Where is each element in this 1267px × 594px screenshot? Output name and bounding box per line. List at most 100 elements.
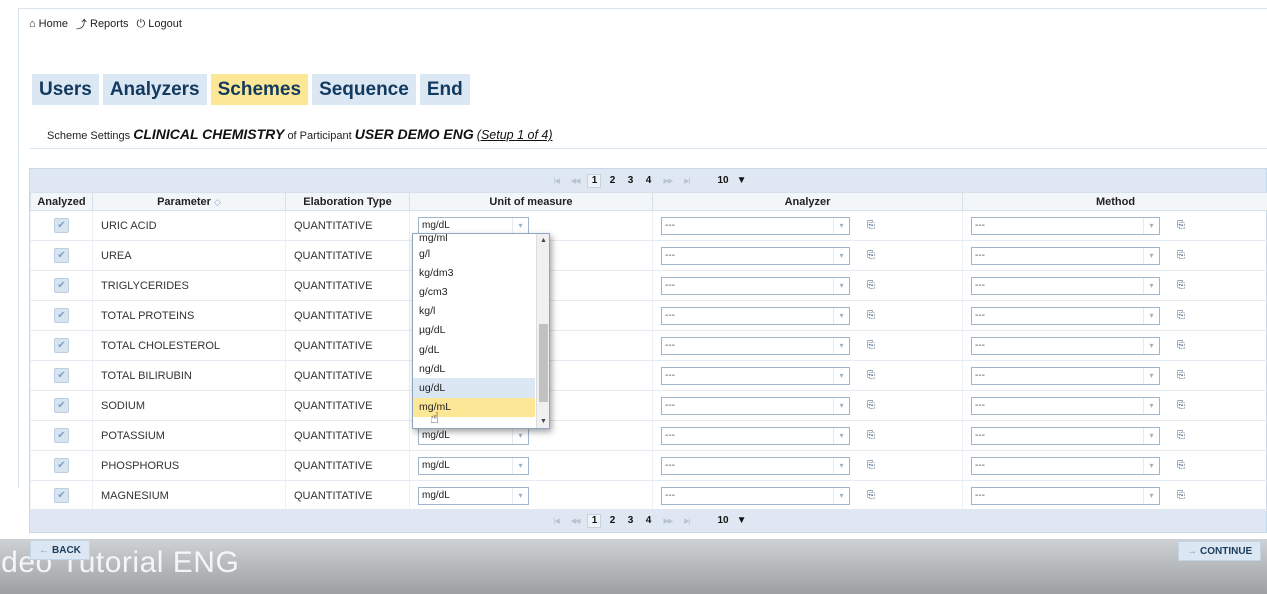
first-page-icon[interactable]: |◀ [550, 177, 563, 185]
analyzed-checkbox[interactable]: ✔ [54, 278, 69, 293]
analyzed-checkbox[interactable]: ✔ [54, 398, 69, 413]
setup-step-link[interactable]: (Setup 1 of 4) [477, 128, 553, 142]
copy-icon[interactable]: ⎘ [864, 249, 878, 263]
last-page-icon[interactable]: ▶| [680, 177, 693, 185]
copy-icon[interactable]: ⎘ [1174, 279, 1188, 293]
back-label: BACK [52, 544, 81, 556]
analyzer-select[interactable]: --- ▾ [661, 456, 850, 475]
back-button[interactable]: ← BACK [30, 540, 90, 560]
unit-select[interactable]: mg/dL ▾ [418, 216, 529, 235]
analyzed-checkbox[interactable]: ✔ [54, 218, 69, 233]
page-3[interactable]: 3 [623, 174, 637, 188]
tab-sequence[interactable]: Sequence [312, 74, 416, 105]
analyzer-select[interactable]: --- ▾ [661, 306, 850, 325]
analyzed-checkbox[interactable]: ✔ [54, 428, 69, 443]
analyzer-select[interactable]: --- ▾ [661, 396, 850, 415]
prev-page-icon[interactable]: ◀◀ [567, 177, 584, 185]
unit-option[interactable]: kg/l [413, 302, 535, 321]
prev-page-icon[interactable]: ◀◀ [567, 517, 584, 525]
nav-link-logout[interactable]: ⏻ Logout [137, 18, 182, 31]
analyzer-select[interactable]: --- ▾ [661, 336, 850, 355]
page-4[interactable]: 4 [641, 514, 655, 528]
analyzer-select[interactable]: --- ▾ [661, 366, 850, 385]
method-select[interactable]: --- ▾ [971, 486, 1160, 505]
last-page-icon[interactable]: ▶| [680, 517, 693, 525]
analyzed-checkbox[interactable]: ✔ [54, 458, 69, 473]
method-select[interactable]: --- ▾ [971, 216, 1160, 235]
analyzed-checkbox[interactable]: ✔ [54, 368, 69, 383]
method-select[interactable]: --- ▾ [971, 426, 1160, 445]
continue-button[interactable]: → CONTINUE [1178, 541, 1262, 561]
tab-users[interactable]: Users [32, 74, 99, 105]
analyzer-select[interactable]: --- ▾ [661, 276, 850, 295]
method-select[interactable]: --- ▾ [971, 306, 1160, 325]
page-3[interactable]: 3 [623, 514, 637, 528]
method-select[interactable]: --- ▾ [971, 336, 1160, 355]
first-page-icon[interactable]: |◀ [550, 517, 563, 525]
analyzed-checkbox[interactable]: ✔ [54, 338, 69, 353]
copy-icon[interactable]: ⎘ [1174, 369, 1188, 383]
copy-icon[interactable]: ⎘ [864, 459, 878, 473]
copy-icon[interactable]: ⎘ [1174, 459, 1188, 473]
page-4[interactable]: 4 [641, 174, 655, 188]
column-parameter[interactable]: Parameter ◇ [92, 192, 286, 211]
page-1[interactable]: 1 [587, 173, 602, 188]
tab-schemes[interactable]: Schemes [210, 74, 309, 105]
analyzer-select[interactable]: --- ▾ [661, 216, 850, 235]
rows-per-page-select[interactable]: 10 ▼ [717, 175, 746, 186]
unit-option[interactable]: kg/dm3 [413, 263, 535, 282]
copy-icon[interactable]: ⎘ [864, 339, 878, 353]
analyzer-select[interactable]: --- ▾ [661, 486, 850, 505]
scroll-down-icon[interactable]: ▼ [537, 418, 549, 425]
copy-icon[interactable]: ⎘ [864, 399, 878, 413]
page-2[interactable]: 2 [605, 174, 619, 188]
next-page-icon[interactable]: ▶▶ [659, 177, 676, 185]
method-select[interactable]: --- ▾ [971, 366, 1160, 385]
copy-icon[interactable]: ⎘ [1174, 429, 1188, 443]
copy-icon[interactable]: ⎘ [864, 219, 878, 233]
copy-icon[interactable]: ⎘ [1174, 489, 1188, 503]
analyzed-checkbox[interactable]: ✔ [54, 248, 69, 263]
copy-icon[interactable]: ⎘ [864, 429, 878, 443]
unit-option[interactable]: g/dL [413, 340, 535, 359]
tab-analyzers[interactable]: Analyzers [102, 74, 207, 105]
unit-dropdown-list[interactable]: mg/ml g/l kg/dm3 g/cm3 kg/l µg/dL g/dL ng/dL ug/… [412, 233, 550, 429]
unit-option[interactable]: µg/dL [413, 321, 535, 340]
tab-end[interactable]: End [419, 74, 470, 105]
unit-option[interactable]: ug/dL [413, 378, 535, 398]
method-select[interactable]: --- ▾ [971, 396, 1160, 415]
unit-select[interactable]: mg/dL ▾ [418, 456, 529, 475]
page-2[interactable]: 2 [605, 514, 619, 528]
scroll-up-icon[interactable]: ▲ [537, 237, 549, 244]
copy-icon[interactable]: ⎘ [1174, 249, 1188, 263]
analyzed-checkbox[interactable]: ✔ [54, 488, 69, 503]
unit-select[interactable]: mg/dL ▾ [418, 426, 529, 445]
copy-icon[interactable]: ⎘ [864, 309, 878, 323]
analyzed-checkbox[interactable]: ✔ [54, 308, 69, 323]
copy-icon[interactable]: ⎘ [1174, 399, 1188, 413]
sort-icon[interactable]: ◇ [214, 197, 221, 207]
method-select[interactable]: --- ▾ [971, 246, 1160, 265]
copy-icon[interactable]: ⎘ [864, 489, 878, 503]
unit-option[interactable]: g/l [413, 244, 535, 263]
rows-per-page-select[interactable]: 10 ▼ [717, 515, 746, 526]
copy-icon[interactable]: ⎘ [1174, 309, 1188, 323]
copy-icon[interactable]: ⎘ [864, 279, 878, 293]
unit-option[interactable]: ng/dL [413, 359, 535, 378]
unit-option[interactable]: mg/ml [413, 234, 535, 244]
copy-icon[interactable]: ⎘ [864, 369, 878, 383]
unit-option[interactable]: g/cm3 [413, 282, 535, 301]
analyzer-select[interactable]: --- ▾ [661, 426, 850, 445]
copy-icon[interactable]: ⎘ [1174, 339, 1188, 353]
nav-link-reports[interactable]: ⤴ Reports [76, 16, 129, 32]
nav-link-home[interactable]: ⌂ Home [29, 18, 68, 30]
copy-icon[interactable]: ⎘ [1174, 219, 1188, 233]
page-1[interactable]: 1 [587, 513, 602, 528]
method-select[interactable]: --- ▾ [971, 276, 1160, 295]
method-select[interactable]: --- ▾ [971, 456, 1160, 475]
analyzer-select[interactable]: --- ▾ [661, 246, 850, 265]
dropdown-scrollbar[interactable]: ▲ ▼ [536, 234, 549, 428]
scroll-thumb[interactable] [539, 324, 548, 402]
next-page-icon[interactable]: ▶▶ [659, 517, 676, 525]
unit-select[interactable]: mg/dL ▾ [418, 486, 529, 505]
